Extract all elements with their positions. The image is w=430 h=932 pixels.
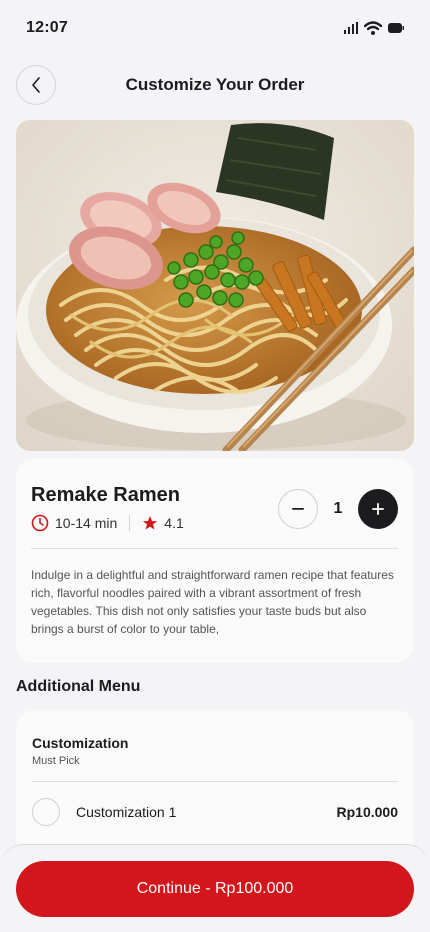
back-arrow-icon (32, 77, 40, 93)
product-description: Indulge in a delightful and straightforw… (31, 568, 394, 636)
status-time: 12:07 (26, 19, 68, 36)
plus-icon (372, 503, 384, 515)
rating: 4.1 (142, 515, 184, 531)
customization-option[interactable]: Customization 1 Rp10.000 (32, 798, 398, 826)
clock-icon (31, 514, 49, 532)
meta-divider (129, 515, 131, 531)
product-card: Remake Ramen 10-14 min 4.1 1 Indulge in … (16, 459, 414, 663)
divider (31, 548, 398, 549)
option-label: Customization 1 (76, 804, 177, 820)
minus-icon (292, 508, 304, 510)
signal-icon (344, 22, 358, 34)
customization-group-title: Customization (32, 735, 129, 751)
quantity-stepper: 1 (278, 489, 398, 529)
rating-text: 4.1 (164, 515, 184, 531)
duration-text: 10-14 min (55, 515, 118, 531)
bottom-bar: Continue - Rp100.000 (0, 844, 430, 932)
star-icon (143, 516, 158, 530)
additional-menu-title: Additional Menu (16, 678, 141, 695)
battery-icon (388, 23, 404, 33)
product-image (16, 120, 414, 451)
wifi-icon (364, 21, 382, 35)
quantity-value: 1 (333, 500, 343, 517)
option-radio[interactable] (32, 798, 60, 826)
option-price: Rp10.000 (336, 804, 398, 820)
divider (32, 781, 398, 782)
duration: 10-14 min (31, 514, 117, 532)
status-icons (344, 21, 404, 35)
increase-quantity-button[interactable] (358, 489, 398, 529)
status-bar: 12:07 (0, 0, 430, 56)
back-button[interactable] (16, 65, 56, 105)
decrease-quantity-button[interactable] (278, 489, 318, 529)
continue-button[interactable]: Continue - Rp100.000 (16, 861, 414, 917)
header: Customize Your Order (0, 64, 430, 106)
page-title: Customize Your Order (125, 75, 305, 94)
customization-group-subtitle: Must Pick (32, 755, 80, 767)
